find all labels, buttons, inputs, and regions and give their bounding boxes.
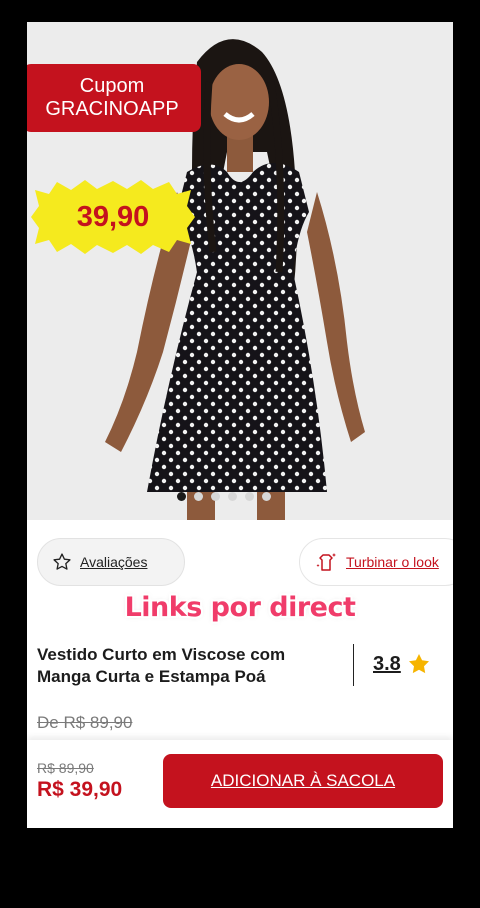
- carousel-dot[interactable]: [177, 492, 186, 501]
- star-outline-icon: [53, 553, 71, 570]
- carousel-dot[interactable]: [245, 492, 254, 501]
- star-filled-icon: [408, 654, 429, 674]
- complete-look-button[interactable]: Turbinar o look: [299, 538, 453, 586]
- carousel-dot[interactable]: [211, 492, 220, 501]
- product-screen: Cupom GRACINOAPP 39,90 Avaliações Turbin…: [27, 22, 453, 828]
- add-to-bag-button[interactable]: ADICIONAR À SACOLA: [163, 754, 443, 808]
- coupon-line1: Cupom: [79, 75, 145, 97]
- footer-original-price: R$ 89,90: [37, 760, 94, 776]
- carousel-dot[interactable]: [262, 492, 271, 501]
- product-rating[interactable]: 3.8: [373, 652, 431, 676]
- promo-overlay-text: Links por direct: [124, 592, 356, 623]
- original-price: De R$ 89,90: [37, 713, 133, 732]
- coupon-code: GRACINOAPP: [45, 98, 179, 120]
- reviews-link[interactable]: Avaliações: [80, 554, 147, 570]
- coupon-banner: Cupom GRACINOAPP: [27, 64, 201, 132]
- divider: [353, 644, 354, 686]
- carousel-dot[interactable]: [228, 492, 237, 501]
- hanger-sparkle-icon: [316, 553, 336, 571]
- carousel-indicator: [177, 492, 271, 501]
- rating-value: 3.8: [373, 652, 401, 675]
- footer-sale-price: R$ 39,90: [37, 778, 123, 801]
- complete-look-link[interactable]: Turbinar o look: [346, 554, 439, 570]
- carousel-dot[interactable]: [194, 492, 203, 501]
- product-image[interactable]: Cupom GRACINOAPP 39,90: [27, 22, 453, 520]
- reviews-button[interactable]: Avaliações: [37, 538, 185, 586]
- promo-price-badge: 39,90: [76, 200, 150, 233]
- product-title: Vestido Curto em Viscose com Manga Curta…: [37, 645, 286, 686]
- purchase-bar: R$ 89,90 R$ 39,90 ADICIONAR À SACOLA: [27, 740, 453, 828]
